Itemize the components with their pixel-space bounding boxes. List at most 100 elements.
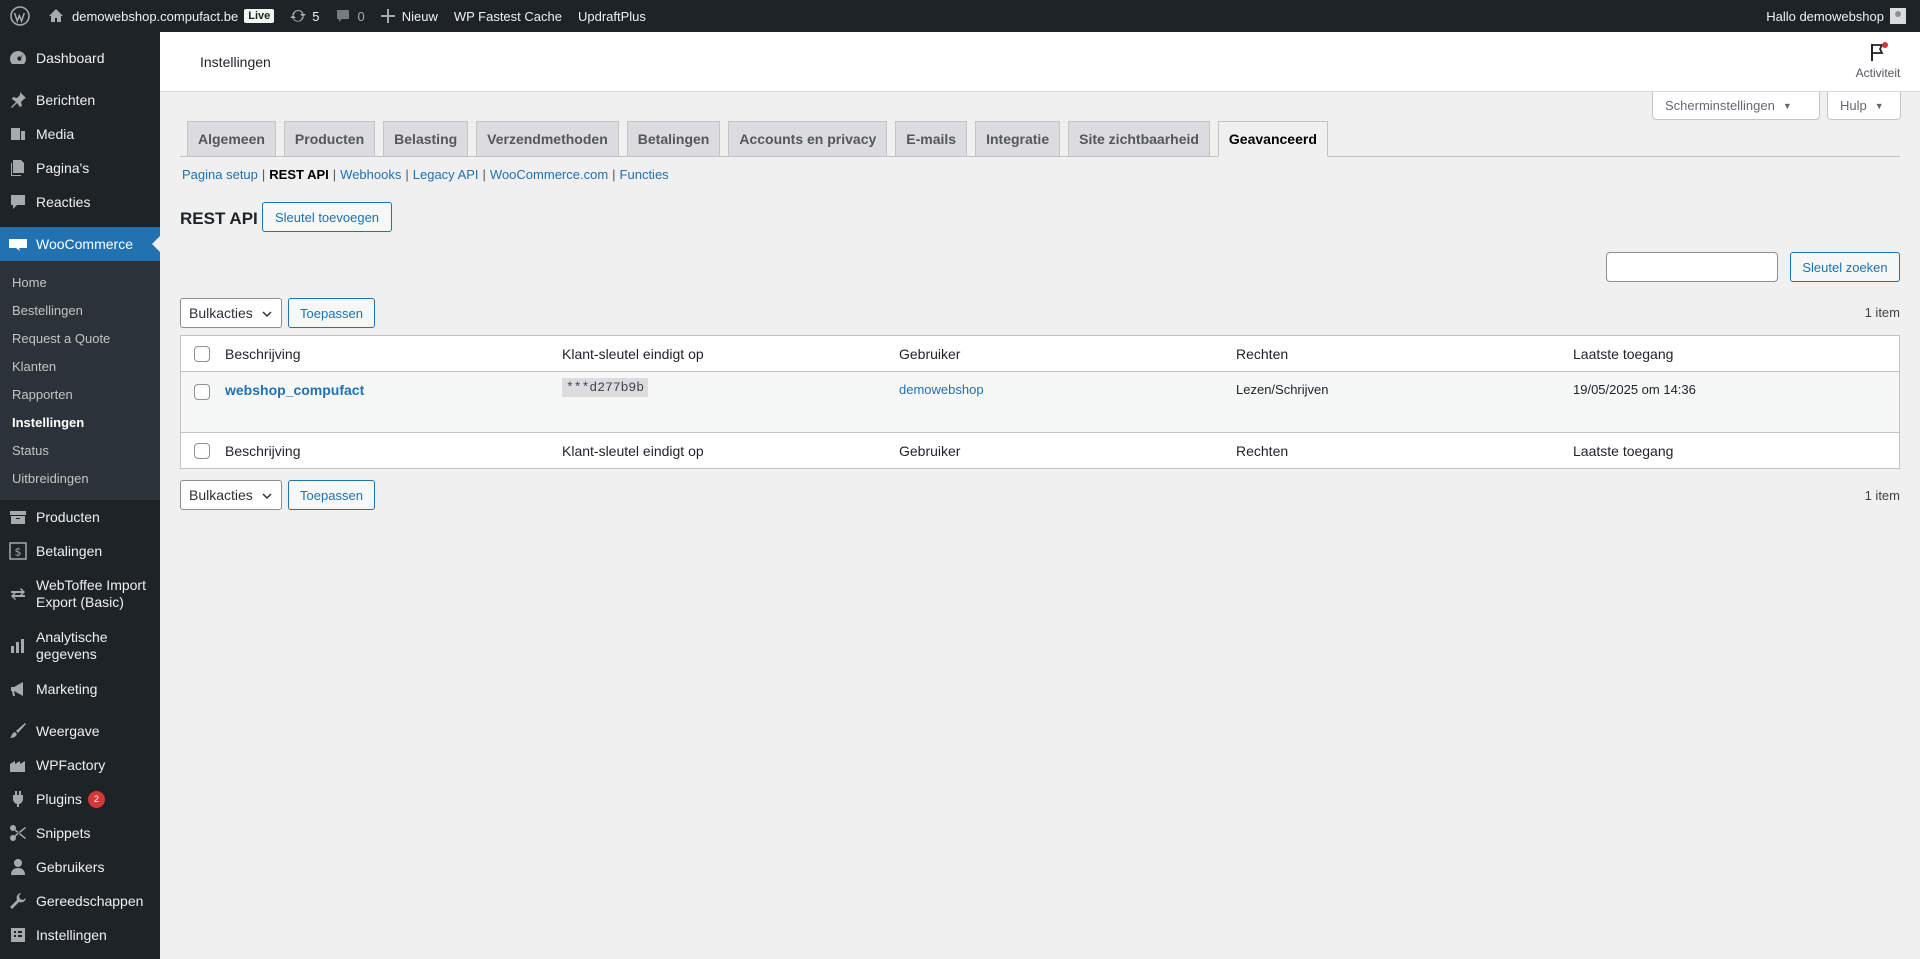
- separator: |: [261, 167, 266, 182]
- column-header-key-ending: Klant-sleutel eindigt op: [562, 346, 704, 362]
- tab-general[interactable]: Algemeen: [187, 121, 276, 156]
- menu-label: Betalingen: [36, 543, 103, 559]
- subnav-rest-api[interactable]: REST API: [269, 167, 328, 182]
- settings-icon: [8, 925, 28, 945]
- api-keys-table: Beschrijving Klant-sleutel eindigt op Ge…: [180, 335, 1900, 469]
- submenu-settings[interactable]: Instellingen: [0, 408, 160, 436]
- updraftplus-link[interactable]: UpdraftPlus: [570, 0, 654, 32]
- key-ending-code: ***d277b9b: [562, 378, 649, 397]
- live-badge: Live: [244, 9, 275, 23]
- row-checkbox[interactable]: [194, 384, 210, 400]
- menu-webtoffee[interactable]: WebToffee Import Export (Basic): [0, 568, 160, 620]
- menu-plugins[interactable]: Plugins 2: [0, 782, 160, 816]
- menu-settings[interactable]: Instellingen: [0, 918, 160, 952]
- subnav-woocommerce-com[interactable]: WooCommerce.com: [490, 167, 608, 182]
- submenu-status[interactable]: Status: [0, 436, 160, 464]
- bulk-actions-select-top[interactable]: Bulkacties: [180, 298, 282, 328]
- apply-button-top[interactable]: Toepassen: [288, 298, 375, 328]
- table-row: webshop_compufact ***d277b9b demowebshop…: [181, 372, 1899, 432]
- tab-advanced[interactable]: Geavanceerd: [1217, 121, 1328, 157]
- table-footer-row: Beschrijving Klant-sleutel eindigt op Ge…: [181, 432, 1899, 468]
- separator: |: [405, 167, 409, 182]
- my-account[interactable]: Hallo demowebshop: [1766, 8, 1920, 24]
- menu-analytics[interactable]: Analytische gegevens: [0, 620, 160, 672]
- pages-icon: [8, 158, 28, 178]
- menu-payments[interactable]: $ Betalingen: [0, 534, 160, 568]
- activity-button[interactable]: Activiteit: [1850, 42, 1906, 80]
- separator: |: [482, 167, 486, 182]
- column-header-description: Beschrijving: [225, 346, 301, 362]
- subnav-webhooks[interactable]: Webhooks: [340, 167, 401, 182]
- site-name: demowebshop.compufact.be: [72, 8, 239, 24]
- column-footer-description: Beschrijving: [225, 443, 301, 459]
- tab-tax[interactable]: Belasting: [383, 121, 469, 156]
- comments-icon: [8, 192, 28, 212]
- help-button[interactable]: Hulp ▼: [1827, 92, 1901, 120]
- submenu-customers[interactable]: Klanten: [0, 352, 160, 380]
- key-description-link[interactable]: webshop_compufact: [225, 382, 364, 398]
- submenu-orders[interactable]: Bestellingen: [0, 296, 160, 324]
- wordpress-logo-icon[interactable]: [0, 0, 40, 32]
- subnav-legacy-api[interactable]: Legacy API: [413, 167, 479, 182]
- comments-count: 0: [357, 8, 365, 24]
- subnav-features[interactable]: Functies: [620, 167, 669, 182]
- comments-link[interactable]: 0: [327, 0, 372, 32]
- media-icon: [8, 124, 28, 144]
- menu-tools[interactable]: Gereedschappen: [0, 884, 160, 918]
- submenu-reports[interactable]: Rapporten: [0, 380, 160, 408]
- tab-integration[interactable]: Integratie: [975, 121, 1061, 156]
- column-footer-permissions: Rechten: [1236, 443, 1289, 459]
- menu-label: Dashboard: [36, 50, 105, 66]
- menu-pages[interactable]: Pagina's: [0, 151, 160, 185]
- select-all-checkbox[interactable]: [194, 346, 210, 362]
- menu-label: Gereedschappen: [36, 893, 144, 909]
- select-all-checkbox-footer[interactable]: [194, 443, 210, 459]
- user-link[interactable]: demowebshop: [899, 382, 984, 397]
- tab-products[interactable]: Producten: [283, 121, 376, 156]
- menu-label-line-2: gegevens: [36, 646, 97, 662]
- column-footer-last-access: Laatste toegang: [1573, 443, 1674, 459]
- bulk-actions-value: Bulkacties: [189, 487, 253, 503]
- column-header-last-access: Laatste toegang: [1573, 346, 1674, 362]
- megaphone-icon: [8, 679, 28, 699]
- menu-label: Gebruikers: [36, 859, 105, 875]
- subnav-page-setup[interactable]: Pagina setup: [182, 167, 258, 182]
- add-key-button[interactable]: Sleutel toevoegen: [262, 202, 392, 232]
- updates-link[interactable]: 5: [282, 0, 327, 32]
- tab-accounts-privacy[interactable]: Accounts en privacy: [728, 121, 888, 156]
- permissions-cell: Lezen/Schrijven: [1236, 382, 1329, 397]
- submenu-extensions[interactable]: Uitbreidingen: [0, 464, 160, 492]
- bulk-actions-select-bottom[interactable]: Bulkacties: [180, 480, 282, 510]
- menu-appearance[interactable]: Weergave: [0, 714, 160, 748]
- woocommerce-icon: [8, 234, 28, 254]
- site-name-link[interactable]: demowebshop.compufact.be Live: [40, 0, 282, 32]
- menu-comments[interactable]: Reacties: [0, 185, 160, 219]
- search-keys-button[interactable]: Sleutel zoeken: [1790, 252, 1900, 282]
- submenu-home[interactable]: Home: [0, 268, 160, 296]
- separator: |: [332, 167, 337, 182]
- menu-products[interactable]: Producten: [0, 500, 160, 534]
- pushpin-icon: [8, 90, 28, 110]
- new-content-link[interactable]: Nieuw: [373, 0, 446, 32]
- search-input[interactable]: [1606, 252, 1778, 282]
- bulk-actions-value: Bulkacties: [189, 305, 253, 321]
- menu-media[interactable]: Media: [0, 117, 160, 151]
- submenu-request-a-quote[interactable]: Request a Quote: [0, 324, 160, 352]
- tab-site-visibility[interactable]: Site zichtbaarheid: [1068, 121, 1210, 156]
- menu-label: Analytische gegevens: [36, 629, 108, 663]
- table-header-row: Beschrijving Klant-sleutel eindigt op Ge…: [181, 336, 1899, 372]
- menu-wpfactory[interactable]: WPFactory: [0, 748, 160, 782]
- wp-fastest-cache-link[interactable]: WP Fastest Cache: [446, 0, 570, 32]
- menu-woocommerce[interactable]: WooCommerce: [0, 227, 160, 261]
- apply-button-bottom[interactable]: Toepassen: [288, 480, 375, 510]
- tab-payments[interactable]: Betalingen: [626, 121, 721, 156]
- tab-emails[interactable]: E-mails: [895, 121, 968, 156]
- menu-marketing[interactable]: Marketing: [0, 672, 160, 706]
- menu-posts[interactable]: Berichten: [0, 83, 160, 117]
- menu-users[interactable]: Gebruikers: [0, 850, 160, 884]
- menu-snippets[interactable]: Snippets: [0, 816, 160, 850]
- screen-options-button[interactable]: Scherminstellingen ▼: [1652, 92, 1820, 120]
- comment-icon: [337, 10, 350, 22]
- tab-shipping[interactable]: Verzendmethoden: [476, 121, 619, 156]
- menu-dashboard[interactable]: Dashboard: [0, 41, 160, 75]
